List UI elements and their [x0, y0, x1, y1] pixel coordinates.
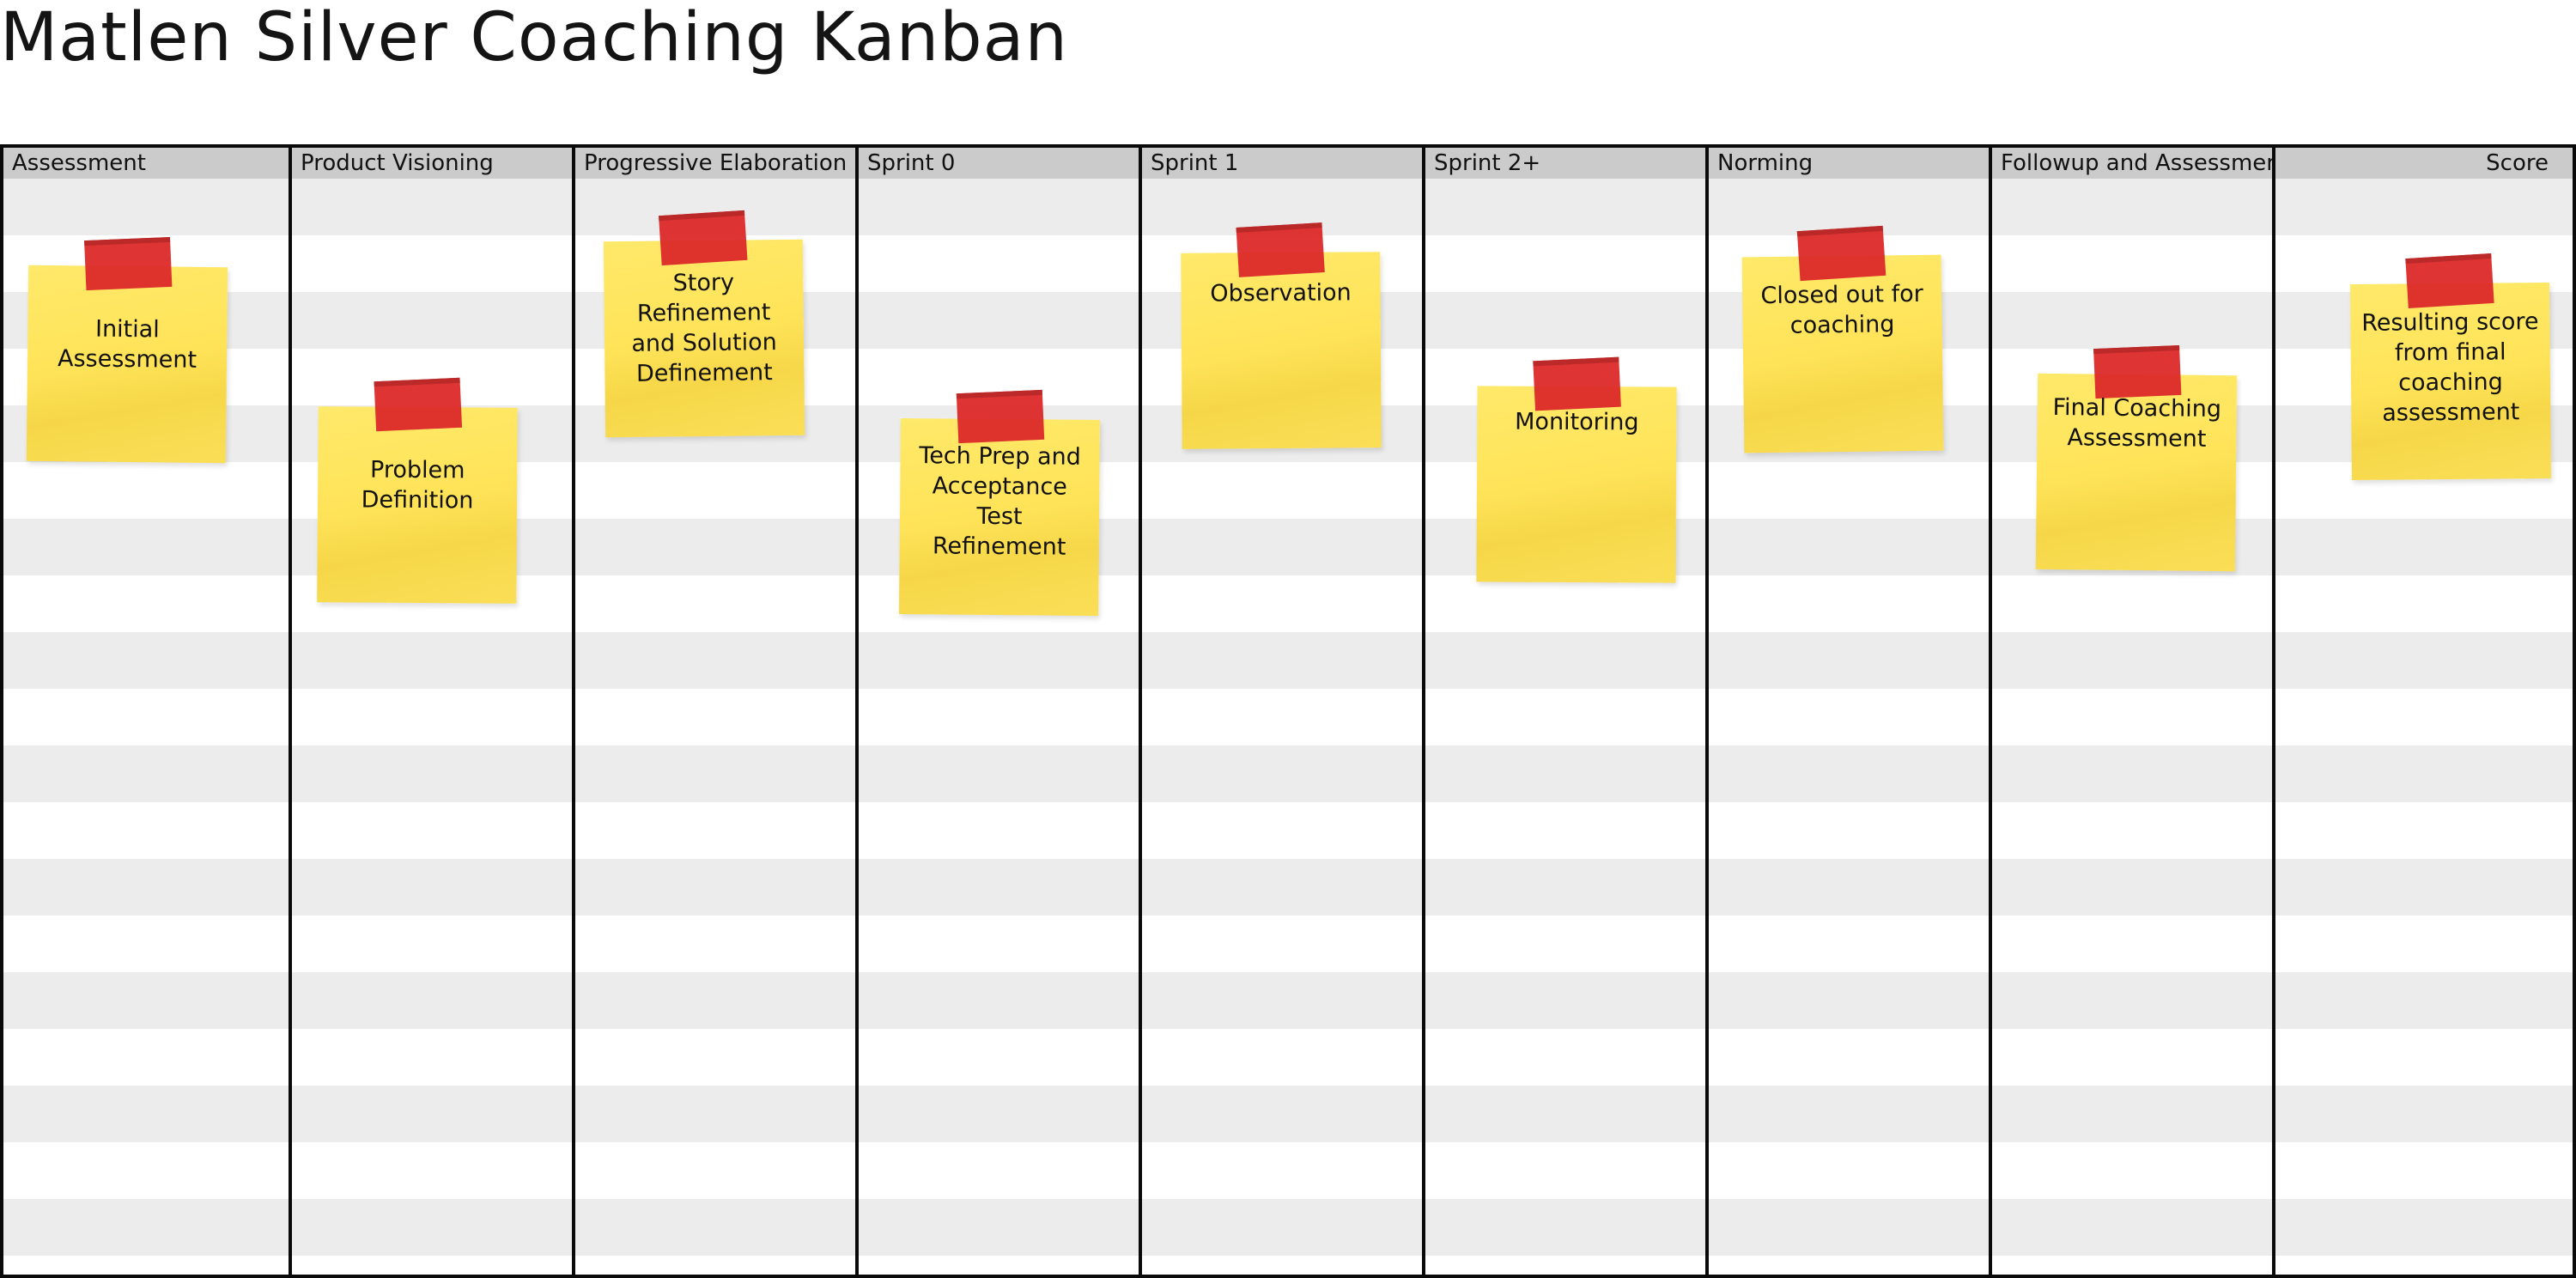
tape-icon — [2093, 344, 2182, 399]
column-header-score: Score — [2486, 150, 2549, 176]
note-text: Story Refinement and Solution Definement — [631, 269, 777, 387]
sticky-note[interactable]: Monitoring — [1476, 356, 1677, 583]
sticky-note[interactable]: Tech Prep and Acceptance Test Refinement — [899, 389, 1100, 617]
column-header-progressive-elaboration: Progressive Elaboration — [584, 150, 848, 176]
column-header-product-visioning: Product Visioning — [301, 150, 494, 176]
sticky-note[interactable]: Observation — [1181, 222, 1382, 449]
column-sprint-2-plus[interactable]: Sprint 2+ — [1425, 148, 1709, 1275]
tape-icon — [1236, 222, 1325, 277]
tape-icon — [2405, 253, 2494, 309]
tape-icon — [374, 377, 463, 432]
page-title: Matlen Silver Coaching Kanban — [0, 0, 1068, 76]
column-header-sprint-1: Sprint 1 — [1151, 150, 1239, 176]
sticky-note[interactable]: Problem Definition — [317, 377, 518, 604]
column-header-assessment: Assessment — [12, 150, 146, 176]
note-text: Observation — [1210, 279, 1352, 307]
sticky-note[interactable]: Final Coaching Assessment — [2035, 344, 2238, 572]
note-text: Final Coaching Assessment — [2052, 393, 2222, 453]
note-text: Monitoring — [1515, 408, 1639, 436]
sticky-note[interactable]: Story Refinement and Solution Definement — [603, 210, 805, 438]
tape-icon — [659, 210, 748, 266]
column-header-followup-assessment: Followup and Assessment — [2001, 150, 2272, 176]
column-header-norming: Norming — [1717, 150, 1814, 176]
column-header-sprint-0: Sprint 0 — [867, 150, 956, 176]
tape-icon — [1533, 356, 1621, 411]
note-text: Tech Prep and Acceptance Test Refinement — [919, 442, 1081, 561]
note-text: Closed out for coaching — [1760, 280, 1923, 339]
note-text: Problem Definition — [361, 456, 474, 514]
column-product-visioning[interactable]: Product Visioning — [292, 148, 575, 1275]
column-sprint-0[interactable]: Sprint 0 — [859, 148, 1142, 1275]
sticky-note[interactable]: Initial Assessment — [26, 236, 228, 464]
sticky-note[interactable]: Resulting score from final coaching asse… — [2350, 253, 2551, 481]
column-followup-assessment[interactable]: Followup and Assessment — [1992, 148, 2275, 1275]
column-header-sprint-2-plus: Sprint 2+ — [1434, 150, 1541, 176]
note-text: Resulting score from final coaching asse… — [2361, 308, 2539, 427]
sticky-note[interactable]: Closed out for coaching — [1741, 225, 1944, 453]
tape-icon — [956, 389, 1045, 444]
note-text: Initial Assessment — [57, 315, 197, 374]
tape-icon — [1796, 225, 1886, 282]
tape-icon — [84, 236, 173, 291]
